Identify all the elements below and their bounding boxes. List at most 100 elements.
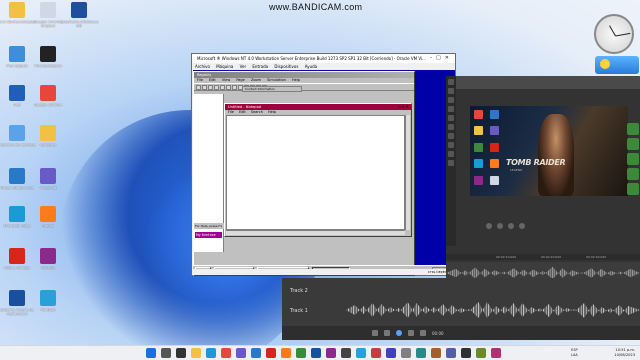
rewind-icon[interactable] (486, 223, 492, 229)
stop-icon[interactable] (508, 223, 514, 229)
vm-menu-ver[interactable]: Ver (240, 64, 247, 69)
app-icon[interactable] (236, 348, 246, 358)
vm-menu-ayuda[interactable]: Ayuda (305, 64, 317, 69)
app-icon[interactable] (326, 348, 336, 358)
nt-menu-simulation[interactable]: Simulation (267, 78, 286, 82)
video-preview[interactable]: TOMB RAIDER LEGEND (470, 106, 628, 196)
vm-menu-entrada[interactable]: Entrada (252, 64, 268, 69)
nt-menu-file[interactable]: File (197, 78, 203, 82)
side-tool-icon[interactable] (448, 160, 454, 166)
nt-menu-zoom[interactable]: Zoom (251, 78, 261, 82)
play-button-icon[interactable] (396, 330, 402, 336)
vm-menu-dispositivos[interactable]: Dispositivos (274, 64, 298, 69)
notepad-window-buttons[interactable]: ▫▫✕ (398, 104, 410, 110)
side-tool-icon[interactable] (448, 79, 454, 85)
vertical-scrollbar[interactable] (405, 115, 410, 230)
app-icon[interactable] (371, 348, 381, 358)
virtualbox-icon[interactable] (311, 348, 321, 358)
app-icon[interactable] (446, 348, 456, 358)
vm-menu-archivo[interactable]: Archivo (195, 64, 210, 69)
notepad-text-area[interactable] (226, 115, 405, 230)
toolbar-button[interactable] (214, 85, 219, 90)
audio-track-area[interactable] (282, 278, 640, 330)
notepad-menu-edit[interactable]: Edit (239, 110, 246, 114)
desktop-icon[interactable]: Telebiliable Biblioteca HD (59, 2, 99, 29)
nt-menu-view[interactable]: View (222, 78, 230, 82)
step-back-icon[interactable] (384, 330, 390, 336)
input-language[interactable]: ESP LAA (571, 348, 578, 358)
side-tool-icon[interactable] (448, 106, 454, 112)
gadget-icon[interactable] (627, 168, 639, 180)
forward-icon[interactable] (519, 223, 525, 229)
app-icon[interactable] (266, 348, 276, 358)
notepad-menu-file[interactable]: File (228, 110, 234, 114)
start-icon[interactable] (146, 348, 156, 358)
nt-app-window[interactable]: Registry File Edit View Page Zoom Simula… (193, 71, 415, 276)
gadget-icon[interactable] (627, 138, 639, 150)
notepad-menu-help[interactable]: Help (268, 110, 276, 114)
gadget-icon[interactable] (627, 183, 639, 195)
app-icon[interactable] (416, 348, 426, 358)
side-tool-icon[interactable] (448, 151, 454, 157)
lang-bottom: LAA (571, 353, 578, 357)
file-explorer-icon[interactable] (191, 348, 201, 358)
app-icon[interactable] (461, 348, 471, 358)
skip-forward-icon[interactable] (420, 330, 426, 336)
notepad-menu-search[interactable]: Search (251, 110, 263, 114)
toolbar-button[interactable] (202, 85, 207, 90)
system-clock[interactable]: 10:51 p.m. 10/08/2023 (614, 348, 635, 358)
search-icon[interactable] (161, 348, 171, 358)
desktop-icon[interactable]: MiniTool (28, 290, 68, 317)
desktop-icon[interactable]: Carpetas (28, 125, 68, 152)
horizontal-scrollbar[interactable] (226, 230, 405, 235)
gadget-icon[interactable] (627, 123, 639, 135)
app-icon[interactable] (296, 348, 306, 358)
bandicam-icon[interactable] (341, 348, 351, 358)
skip-back-icon[interactable] (372, 330, 378, 336)
side-tool-icon[interactable] (448, 133, 454, 139)
side-tool-icon[interactable] (448, 124, 454, 130)
track-2-label[interactable]: Track 2 (290, 288, 308, 294)
app-icon[interactable] (431, 348, 441, 358)
side-tool-icon[interactable] (448, 115, 454, 121)
app-icon[interactable] (476, 348, 486, 358)
selected-item[interactable]: My Brief.exe (195, 232, 222, 238)
nt-menu-help[interactable]: Help (292, 78, 300, 82)
notepad-window[interactable]: Untitled - Notepad ▫▫✕ File Edit Search … (224, 103, 412, 237)
notepad-titlebar[interactable]: Untitled - Notepad ▫▫✕ (225, 104, 411, 110)
toolbar-button[interactable] (226, 85, 231, 90)
toolbar-button[interactable] (208, 85, 213, 90)
app-icon[interactable] (251, 348, 261, 358)
guest-screen[interactable]: Registry File Edit View Page Zoom Simula… (193, 70, 455, 276)
app-icon[interactable] (356, 348, 366, 358)
play-icon[interactable] (497, 223, 503, 229)
vm-menu-maquina[interactable]: Máquina (216, 64, 233, 69)
track-1-label[interactable]: Track 1 (290, 308, 308, 314)
virtualbox-window[interactable]: Microsoft ® Windows NT 4.0 Workstation S… (191, 53, 456, 276)
desktop-icon[interactable]: Google Chrome (28, 85, 68, 112)
time-ruler[interactable]: 00:02:10.000 00:02:20.000 00:02:30.000 (446, 254, 640, 260)
side-tool-icon[interactable] (448, 88, 454, 94)
task-view-icon[interactable] (176, 348, 186, 358)
toolbar-button[interactable] (196, 85, 201, 90)
app-icon[interactable] (491, 348, 501, 358)
edge-icon[interactable] (206, 348, 216, 358)
vm-titlebar[interactable]: Microsoft ® Windows NT 4.0 Workstation S… (192, 54, 455, 63)
nt-menu-page[interactable]: Page (236, 78, 244, 82)
side-tool-icon[interactable] (448, 142, 454, 148)
app-icon[interactable] (386, 348, 396, 358)
nt-menu-edit[interactable]: Edit (209, 78, 216, 82)
chrome-icon[interactable] (221, 348, 231, 358)
desktop-icon[interactable]: Firefox (28, 206, 68, 233)
toolbar-button[interactable] (220, 85, 225, 90)
gadget-icon[interactable] (627, 153, 639, 165)
desktop-icon[interactable]: VideoPad (28, 168, 68, 195)
window-controls[interactable]: –□✕ (430, 54, 453, 63)
step-forward-icon[interactable] (408, 330, 414, 336)
firefox-icon[interactable] (281, 348, 291, 358)
side-tool-icon[interactable] (448, 97, 454, 103)
desktop-icon[interactable]: YUcoteoEgipcio (28, 46, 68, 73)
desktop-icon[interactable]: WinRAR (28, 248, 68, 275)
toolbar-button[interactable] (232, 85, 237, 90)
app-icon[interactable] (401, 348, 411, 358)
